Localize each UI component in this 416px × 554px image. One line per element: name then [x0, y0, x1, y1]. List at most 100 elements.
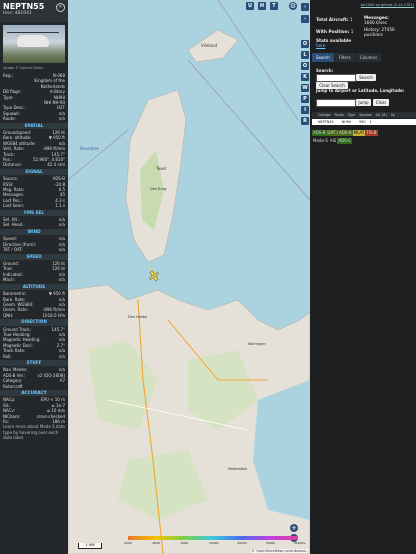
detail-value: n/a [58, 277, 65, 283]
detail-key: Sel. Head.: [3, 222, 25, 228]
column-header[interactable]: Route [333, 112, 346, 118]
detail-key: Mach: [3, 277, 15, 283]
image-credit: Image © Callum Dixon [3, 66, 43, 70]
rail-button-i[interactable]: I [301, 106, 309, 114]
table-row[interactable]: NEPTN55 NH90 950 1 [312, 119, 416, 125]
detail-row: Rotorcraft [0, 384, 68, 389]
messages-stat: Messages: 1660.0/sec [364, 15, 389, 25]
altitude-tick: 4000 [152, 541, 160, 545]
section-header[interactable]: SPATIAL [0, 122, 68, 130]
detail-value: 1018.0 hPa [42, 312, 66, 318]
section-header[interactable]: SPEED [0, 253, 68, 261]
learn-more-text: Learn more about Mode S data type by hov… [3, 424, 65, 441]
close-icon[interactable]: ✕ [56, 3, 65, 12]
map-view[interactable]: Noordzee Vlieland Texel Den Burg Den Hel… [68, 0, 310, 554]
detail-row: TAT / OAT: n/a [0, 247, 68, 252]
messages-value: 1660.0/sec [364, 20, 388, 25]
tab-filters[interactable]: Filters [334, 53, 355, 62]
column-header[interactable]: Type [346, 112, 357, 118]
map-button-h[interactable]: H [258, 2, 266, 10]
detail-value: 42.4 nmi [47, 162, 65, 168]
detail-value: n/a [58, 247, 65, 253]
table-cell: NH90 [341, 120, 352, 124]
section-header[interactable]: STUFF [0, 359, 68, 367]
callsign-title: NEPTN55 [3, 2, 45, 11]
section-header[interactable]: DIRECTION [0, 319, 68, 326]
search-button[interactable]: Search [356, 74, 376, 81]
rail-button-l[interactable]: L [301, 51, 309, 59]
rail-button-r[interactable]: R [301, 117, 309, 125]
detail-key: Distance: [3, 162, 22, 168]
with-position-value: 1 [350, 29, 354, 34]
label-texel: Texel [155, 166, 166, 171]
section-header[interactable]: SIGNAL [0, 168, 68, 176]
detail-row: Roll: n/a [0, 354, 68, 359]
label-medemblik: Medemblik [228, 467, 248, 471]
collapse-panel-icon[interactable]: ‹ [301, 15, 309, 23]
detail-key: TAT / OAT: [3, 247, 23, 253]
section-header[interactable]: WIND [0, 228, 68, 236]
aircraft-details-sidebar: NEPTN55 Hex: 481041 ✕ Image © Callum Dix… [0, 0, 68, 554]
section-header[interactable]: ACCURACY [0, 389, 68, 397]
info-panel: tar1090 on github (3.14.1701) Total Airc… [310, 0, 416, 554]
detail-key: Rotorcraft [3, 383, 23, 389]
rail-button-w[interactable]: W [301, 84, 309, 92]
section-header[interactable]: ALTITUDE [0, 283, 68, 291]
detail-value: n/a [58, 116, 65, 122]
helicopter-shape [17, 35, 49, 47]
with-position: With Position: 1 [316, 29, 353, 34]
panel-tabs: Search Filters Columns [312, 53, 382, 62]
stats-link[interactable]: here [316, 43, 325, 48]
zoom-in-button[interactable]: + [290, 524, 298, 532]
column-header[interactable]: Squawk [357, 112, 373, 118]
hex-code: Hex: 481041 [3, 11, 32, 16]
map-button-u[interactable]: U [246, 2, 254, 10]
settings-icon[interactable]: ⚙ [289, 2, 297, 10]
source-chip: UAT / ADS-R [326, 130, 353, 136]
clear-jump-button[interactable]: Clear [373, 99, 389, 106]
source-chip: MLAT [352, 130, 366, 136]
tab-columns[interactable]: Columns [355, 53, 382, 62]
column-header[interactable]: Alt. (ft) [374, 112, 389, 118]
detail-row: Mach: n/a [0, 277, 68, 282]
stats-available: Stats available here [316, 38, 351, 48]
history-stat: History: 27456 positions [364, 27, 395, 37]
total-aircraft: Total Aircraft: 1 [316, 17, 353, 22]
rail-button-k[interactable]: K [301, 73, 309, 81]
detail-row: QNH: 1018.0 hPa [0, 313, 68, 318]
aircraft-photo[interactable] [3, 25, 65, 63]
jump-label: Jump to Airport or Latitude, Longitude: [316, 88, 405, 93]
rail-button-o[interactable]: O [301, 40, 309, 48]
search-label: Search: [316, 68, 334, 73]
total-aircraft-value: 1 [349, 17, 353, 22]
tab-search[interactable]: Search [312, 53, 334, 62]
expand-panel-icon[interactable]: › [301, 3, 309, 11]
map-canvas: Noordzee Vlieland Texel Den Burg Den Hel… [68, 0, 310, 554]
jump-input[interactable] [316, 99, 356, 107]
aircraft-marker [149, 270, 159, 282]
label-den-helder: Den Helder [128, 315, 148, 319]
source-chip: TIS-B [365, 130, 378, 136]
detail-row: Route: n/a [0, 116, 68, 121]
detail-key: Reg.: [3, 73, 14, 78]
search-input[interactable] [316, 74, 356, 82]
table-cell: 950 [359, 120, 366, 124]
rail-button-p[interactable]: P [301, 95, 309, 103]
altitude-tick: 30000 [265, 541, 276, 545]
detail-value: A7 [59, 378, 65, 384]
detail-key: Type: [3, 94, 14, 100]
altitude-tick: 10000 [209, 541, 219, 545]
map-button-t[interactable]: T [270, 2, 278, 10]
detail-row: Distance: 42.4 nmi [0, 162, 68, 167]
version-link[interactable]: tar1090 on github (3.14.1701) [361, 3, 414, 7]
source-chip: ADS-B [312, 130, 327, 136]
label-noordzee: Noordzee [80, 146, 100, 151]
column-header[interactable]: Sp [389, 112, 397, 118]
table-cell: NEPTN55 [318, 120, 334, 124]
jump-button[interactable]: Jump [356, 99, 371, 106]
column-header[interactable]: Callsign [316, 112, 333, 118]
detail-value: n/a [58, 353, 65, 359]
detail-key: Route: [3, 116, 16, 122]
section-header[interactable]: FMS SEL [0, 209, 68, 217]
rail-button-o[interactable]: O [301, 62, 309, 70]
